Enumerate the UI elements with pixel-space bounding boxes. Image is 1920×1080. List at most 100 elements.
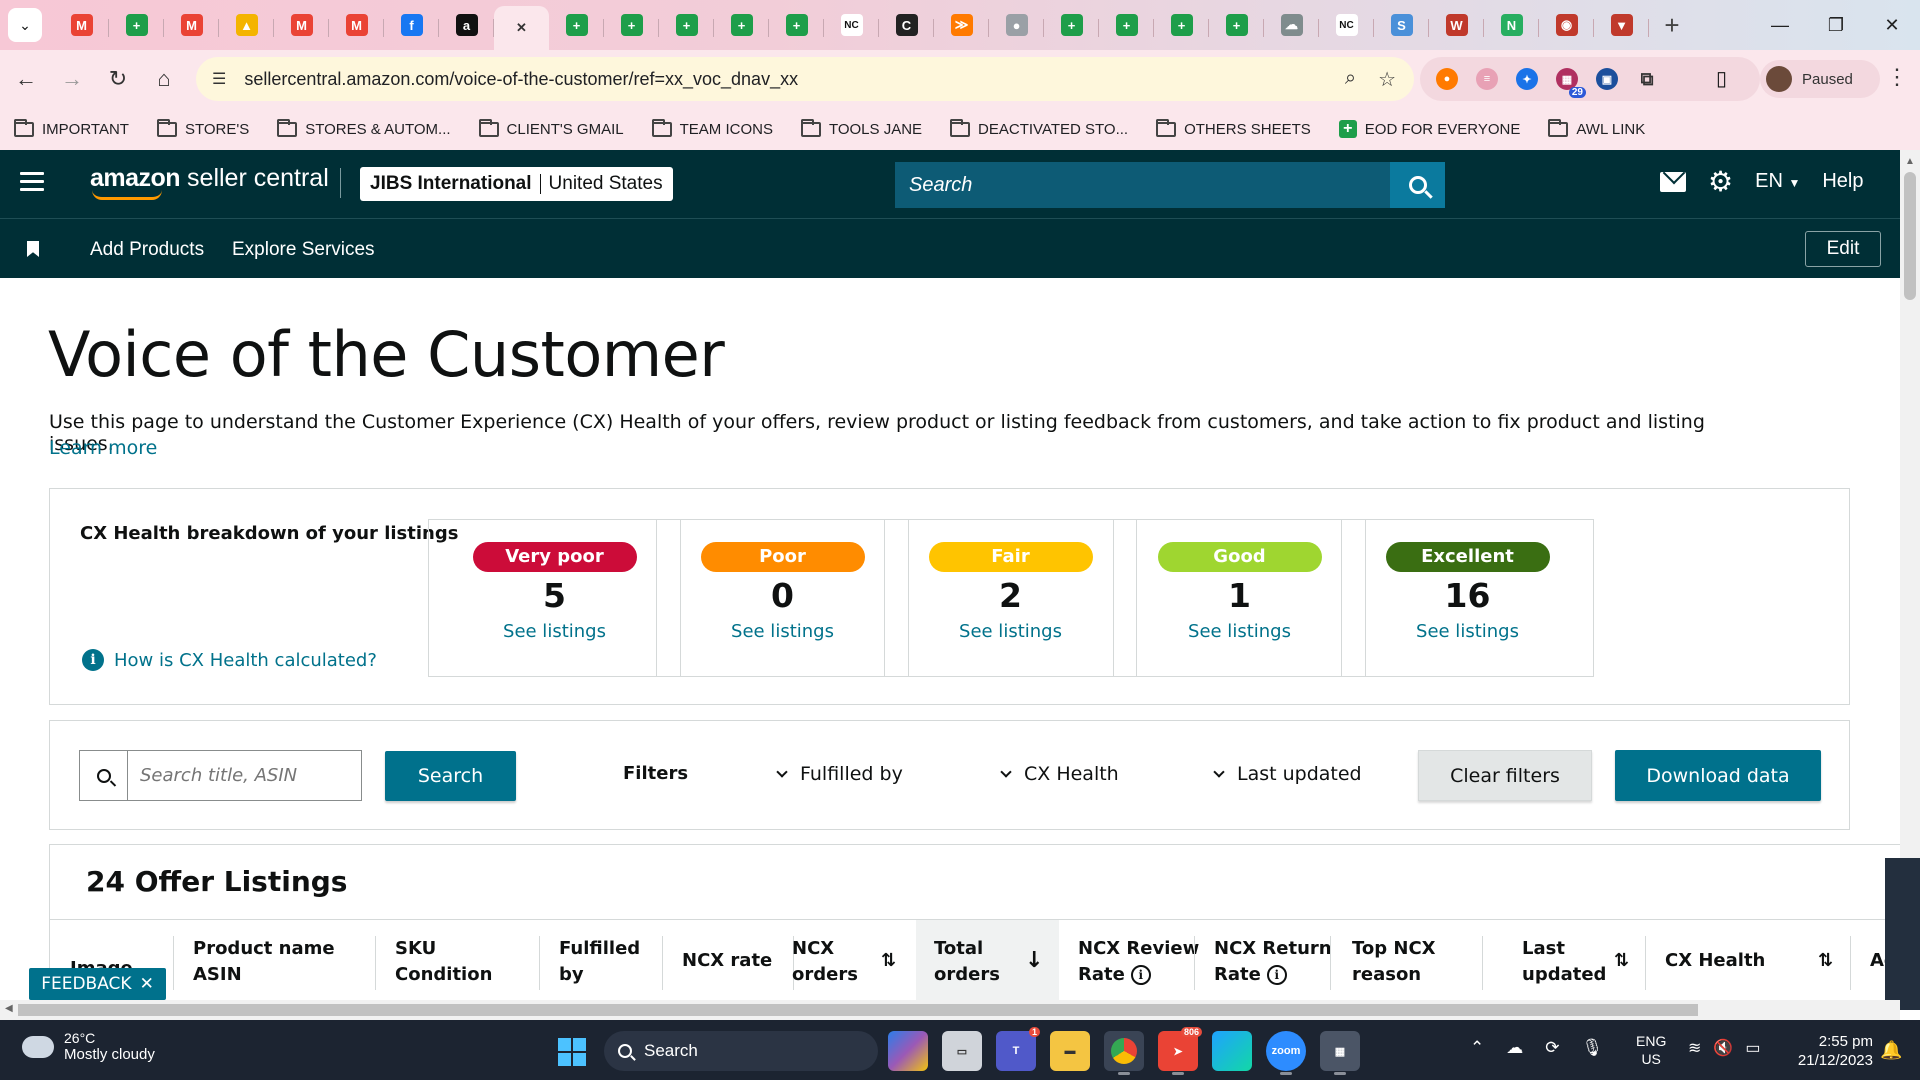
browser-tab[interactable]: M — [54, 4, 109, 46]
cx-health-dropdown[interactable]: CX Health — [1000, 763, 1119, 785]
bookmark-item[interactable]: STORE'S — [156, 118, 249, 138]
language-indicator[interactable]: ENG US — [1636, 1032, 1666, 1068]
puzzle-icon[interactable]: ⧉ — [1636, 68, 1658, 90]
forward-button[interactable]: → — [52, 59, 92, 99]
file-explorer-icon[interactable]: ▬ — [1050, 1031, 1090, 1071]
maximize-button[interactable]: ❐ — [1808, 0, 1864, 50]
browser-tab[interactable]: + — [769, 4, 824, 46]
column-fulfilled-by[interactable]: Fulfilled by — [559, 936, 640, 988]
gear-icon[interactable]: ⚙ — [1708, 167, 1733, 195]
help-link[interactable]: Help — [1822, 170, 1863, 193]
sync-icon[interactable]: ⟳ — [1545, 1038, 1559, 1058]
see-listings-link[interactable]: See listings — [1342, 621, 1593, 642]
header-search-input[interactable]: Search — [895, 162, 1390, 208]
teams-icon[interactable]: T1 — [996, 1027, 1040, 1071]
site-info-icon[interactable]: ☰ — [212, 69, 226, 89]
store-switcher[interactable]: JIBS International United States — [360, 167, 673, 201]
clear-filters-button[interactable]: Clear filters — [1418, 750, 1592, 801]
tab-search-button[interactable]: ⌄ — [8, 8, 42, 42]
browser-tab[interactable]: + — [714, 4, 769, 46]
browser-tab[interactable]: + — [1154, 4, 1209, 46]
new-tab-button[interactable]: + — [1655, 8, 1689, 42]
see-listings-link[interactable]: See listings — [429, 621, 680, 642]
edit-nav-button[interactable]: Edit — [1805, 231, 1881, 267]
header-search-button[interactable] — [1390, 162, 1445, 208]
chrome-icon[interactable] — [1104, 1031, 1144, 1075]
browser-tab[interactable]: M — [164, 4, 219, 46]
feedback-button[interactable]: FEEDBACK ✕ — [29, 968, 166, 1000]
back-button[interactable]: ← — [6, 59, 46, 99]
browser-tab[interactable]: + — [109, 4, 164, 46]
column-sku[interactable]: SKU Condition — [395, 936, 492, 988]
scrollbar-thumb[interactable] — [18, 1004, 1698, 1016]
scroll-left-icon[interactable]: ◀ — [5, 1003, 13, 1014]
browser-tab[interactable]: + — [1209, 4, 1264, 46]
horizontal-scrollbar[interactable]: ◀ — [0, 1000, 1900, 1020]
reload-button[interactable]: ↻ — [98, 59, 138, 99]
search-button[interactable]: Search — [385, 751, 516, 801]
close-window-button[interactable]: ✕ — [1864, 0, 1920, 50]
browser-tab[interactable]: ≫ — [934, 4, 989, 46]
windows-start-icon[interactable] — [558, 1038, 586, 1066]
column-cx-health[interactable]: CX Health — [1665, 948, 1765, 974]
close-icon[interactable]: ✕ — [511, 17, 533, 39]
star-icon[interactable]: ☆ — [1378, 67, 1396, 92]
nav-add-products[interactable]: Add Products — [90, 239, 204, 261]
learn-more-link[interactable]: Learn more — [49, 437, 157, 459]
column-ncx-return-rate[interactable]: NCX Return Rate i — [1214, 936, 1332, 988]
browser-tab[interactable]: + — [1044, 4, 1099, 46]
zoom-icon[interactable]: ⌕ — [1345, 67, 1356, 92]
column-ncx-review-rate[interactable]: NCX Review Rate i — [1078, 936, 1199, 988]
column-total-orders[interactable]: Total orders — [934, 936, 1000, 988]
extension-icon[interactable]: ≡ — [1476, 68, 1498, 90]
sort-descending-icon[interactable]: ↓ — [1025, 948, 1043, 973]
taskbar-search[interactable]: Search — [604, 1031, 878, 1071]
browser-tab[interactable]: M — [329, 4, 384, 46]
extension-icon[interactable]: ▣ — [1596, 68, 1618, 90]
profile-button[interactable]: Paused — [1760, 60, 1880, 98]
bookmark-item[interactable]: CLIENT'S GMAIL — [478, 118, 624, 138]
browser-tab[interactable]: + — [604, 4, 659, 46]
copilot-icon[interactable] — [888, 1031, 928, 1071]
clock[interactable]: 2:55 pm 21/12/2023 — [1783, 1032, 1873, 1070]
fulfilled-by-dropdown[interactable]: Fulfilled by — [776, 763, 903, 785]
browser-tab[interactable]: M — [274, 4, 329, 46]
extension-icon[interactable]: ✦ — [1516, 68, 1538, 90]
bookmark-item[interactable]: TOOLS JANE — [800, 118, 922, 138]
weather-widget[interactable]: 26°C Mostly cloudy — [18, 1027, 155, 1063]
notification-bell-icon[interactable]: 🔔 — [1880, 1040, 1902, 1061]
browser-tab[interactable]: W — [1429, 4, 1484, 46]
browser-tab[interactable]: ◉ — [1539, 4, 1594, 46]
listing-search-input[interactable] — [128, 751, 358, 800]
column-ncx-orders[interactable]: NCX orders — [792, 936, 858, 988]
bookmark-item[interactable]: STORES & AUTOM... — [277, 118, 451, 138]
browser-tab[interactable]: + — [549, 4, 604, 46]
home-button[interactable]: ⌂ — [144, 59, 184, 99]
browser-tab[interactable]: ▼ — [1594, 4, 1649, 46]
chevron-up-icon[interactable]: ⌃ — [1470, 1038, 1484, 1058]
url-text[interactable]: sellercentral.amazon.com/voice-of-the-cu… — [244, 69, 798, 90]
sort-icon[interactable]: ⇅ — [1614, 950, 1629, 971]
calculator-icon[interactable]: ▦ — [1320, 1031, 1360, 1075]
column-product-name[interactable]: Product name ASIN — [193, 936, 335, 988]
extension-icon[interactable]: ● — [1436, 68, 1458, 90]
browser-tab[interactable]: f — [384, 4, 439, 46]
zoom-icon[interactable]: zoom — [1266, 1031, 1306, 1075]
scrollbar-thumb[interactable] — [1904, 172, 1916, 300]
see-listings-link[interactable]: See listings — [657, 621, 908, 642]
kebab-menu-icon[interactable]: ⋮ — [1886, 64, 1908, 90]
bookmark-item[interactable]: + EOD FOR EVERYONE — [1338, 120, 1520, 138]
column-last-updated[interactable]: Last updated — [1522, 936, 1606, 988]
browser-tab[interactable]: ▲ — [219, 4, 274, 46]
info-icon[interactable]: i — [1130, 965, 1151, 985]
browser-tab[interactable]: C — [879, 4, 934, 46]
side-panel-tab[interactable] — [1885, 858, 1920, 1010]
bookmark-icon[interactable] — [27, 241, 39, 257]
browser-tab[interactable]: NC — [824, 4, 879, 46]
browser-tab[interactable]: a — [439, 4, 494, 46]
hamburger-menu-icon[interactable] — [20, 172, 44, 192]
column-ncx-rate[interactable]: NCX rate — [682, 948, 772, 974]
side-panel-icon[interactable]: ▯ — [1716, 66, 1727, 91]
browser-tab[interactable]: ● — [989, 4, 1044, 46]
telegram-icon[interactable]: ➤ 806 — [1158, 1027, 1202, 1075]
